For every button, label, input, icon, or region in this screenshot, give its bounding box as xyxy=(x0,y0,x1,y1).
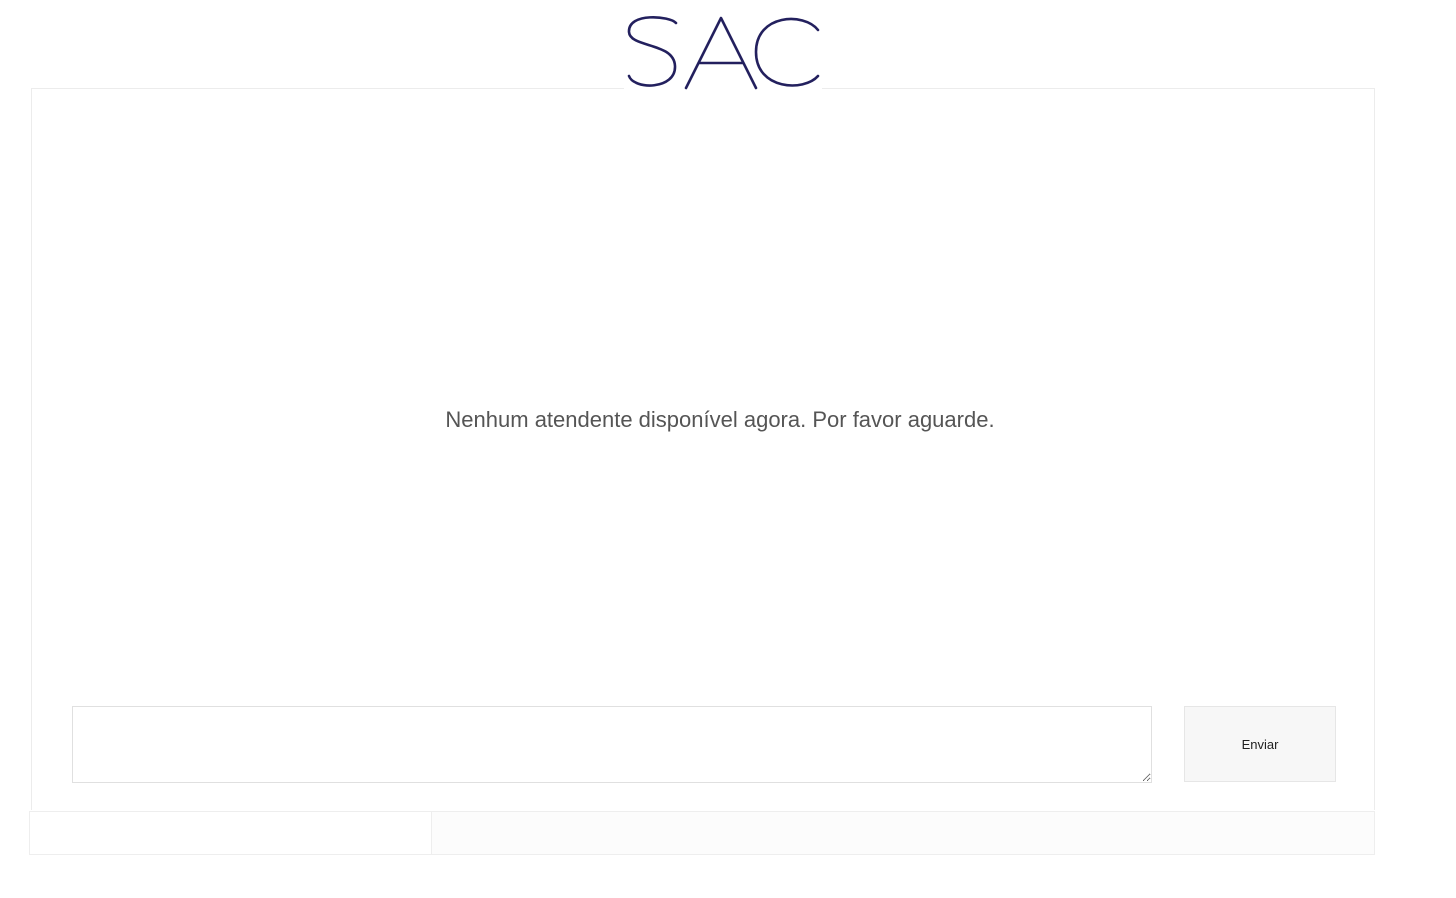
status-message: Nenhum atendente disponível agora. Por f… xyxy=(445,407,995,432)
chat-panel xyxy=(31,88,1375,810)
send-button[interactable]: Enviar xyxy=(1184,706,1336,782)
footer-right-panel xyxy=(432,812,1374,854)
sac-logo-graphic xyxy=(627,15,820,90)
sac-logo xyxy=(624,10,822,96)
footer-bar xyxy=(29,811,1375,855)
message-input[interactable] xyxy=(72,706,1152,783)
footer-left-panel xyxy=(30,812,432,854)
